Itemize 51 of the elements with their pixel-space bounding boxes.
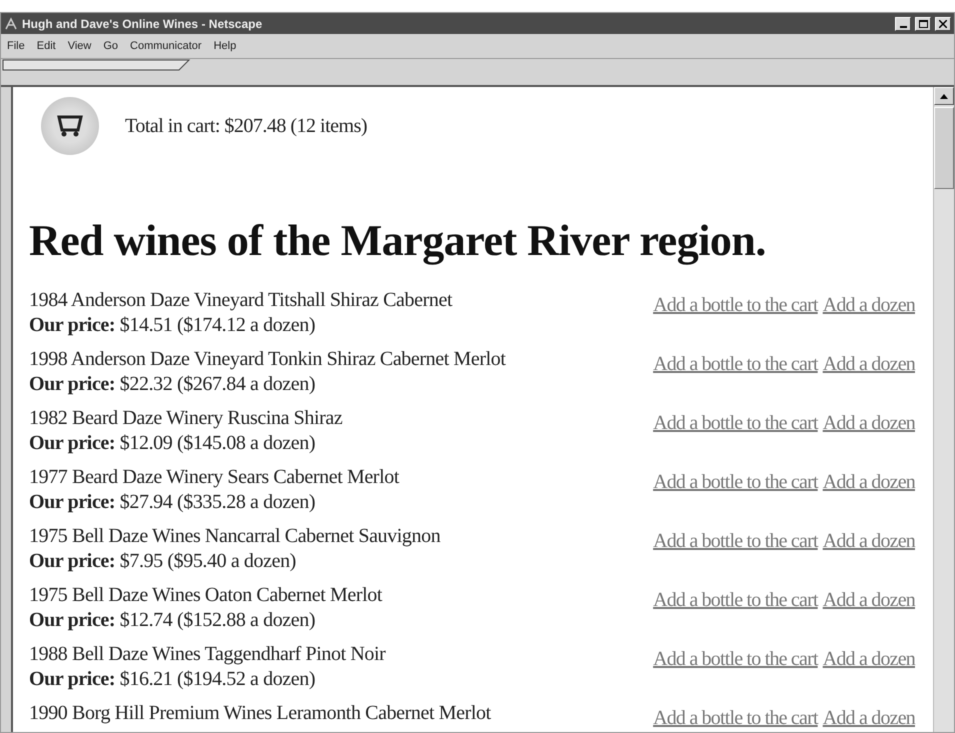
add-to-cart-link[interactable]: Add a bottle to the cart — [653, 648, 818, 671]
add-to-cart-link[interactable]: Add a bottle to the cart — [653, 294, 818, 317]
close-button[interactable] — [935, 16, 951, 30]
wine-price: Our price: $22.32 ($267.84 a dozen) — [29, 372, 316, 397]
wine-name: 1975 Bell Daze Wines Oaton Cabernet Merlot — [29, 583, 384, 608]
add-to-cart-link[interactable]: Add a dozen — [822, 412, 915, 435]
add-to-cart-link[interactable]: Add a dozen — [822, 471, 915, 494]
app-icon — [4, 16, 18, 30]
menu-item[interactable]: View — [68, 40, 92, 52]
add-to-cart-link[interactable]: Add a dozen — [822, 530, 915, 553]
scroll-up-icon[interactable] — [940, 94, 948, 98]
maximize-icon — [918, 20, 928, 28]
add-to-cart-link[interactable]: Add a bottle to the cart — [653, 707, 818, 730]
wine-price: Our price: $27.94 ($335.28 a dozen) — [29, 490, 316, 515]
wine-price: Our price: $16.21 ($194.52 a dozen) — [29, 667, 316, 692]
wine-name: 1975 Bell Daze Wines Nancarral Cabernet Sauvignon — [29, 524, 442, 549]
wine-name: 1977 Beard Daze Winery Sears Cabernet Merlot — [29, 465, 400, 490]
minimize-button[interactable] — [895, 16, 911, 30]
collapsed-toolbar-tab[interactable] — [1, 59, 191, 71]
add-to-cart-link[interactable]: Add a bottle to the cart — [653, 412, 818, 435]
wine-price: Our price: $7.95 ($95.40 a dozen) — [29, 549, 297, 574]
wine-name: 1998 Anderson Daze Vineyard Tonkin Shiraz Cabernet Merlot — [29, 347, 507, 372]
cart-total: Total in cart: $207.48 (12 items) — [125, 114, 368, 138]
add-to-cart-link[interactable]: Add a dozen — [822, 353, 915, 376]
scrollbar[interactable] — [933, 87, 954, 732]
page-heading: Red wines of the Margaret River region. — [29, 215, 767, 266]
add-to-cart-link[interactable]: Add a bottle to the cart — [653, 530, 818, 553]
add-to-cart-link[interactable]: Add a dozen — [822, 589, 915, 612]
window-title: Hugh and Dave's Online Wines - Netscape — [22, 16, 264, 30]
menu-item[interactable]: Go — [103, 40, 118, 52]
add-to-cart-link[interactable]: Add a dozen — [822, 294, 915, 317]
wine-name: 1982 Beard Daze Winery Ruscina Shiraz — [29, 406, 344, 431]
menu-item[interactable]: Edit — [36, 40, 56, 52]
add-to-cart-link[interactable]: Add a bottle to the cart — [653, 589, 818, 612]
add-to-cart-link[interactable]: Add a dozen — [822, 648, 915, 671]
wine-name: 1990 Borg Hill Premium Wines Leramonth Cabernet Merlot — [29, 701, 492, 726]
add-to-cart-link[interactable]: Add a bottle to the cart — [653, 471, 818, 494]
close-icon — [939, 20, 947, 28]
wine-price: Our price: $12.09 ($145.08 a dozen) — [29, 431, 316, 456]
maximize-button[interactable] — [915, 16, 931, 30]
wine-price: Our price: $14.51 ($174.12 a dozen) — [29, 313, 316, 338]
wine-name: 1984 Anderson Daze Vineyard Titshall Shiraz Cabernet — [29, 288, 454, 313]
wine-name: 1988 Bell Daze Wines Taggendharf Pinot Noir — [29, 642, 387, 667]
menu-item[interactable]: File — [7, 40, 25, 52]
scroll-thumb[interactable] — [934, 107, 954, 189]
add-to-cart-link[interactable]: Add a dozen — [822, 707, 915, 730]
wine-price: Our price: $12.74 ($152.88 a dozen) — [29, 608, 316, 633]
menu-item[interactable]: Help — [214, 40, 236, 52]
minimize-icon — [900, 26, 906, 28]
menu-item[interactable]: Communicator — [130, 40, 202, 52]
add-to-cart-link[interactable]: Add a bottle to the cart — [653, 353, 818, 376]
